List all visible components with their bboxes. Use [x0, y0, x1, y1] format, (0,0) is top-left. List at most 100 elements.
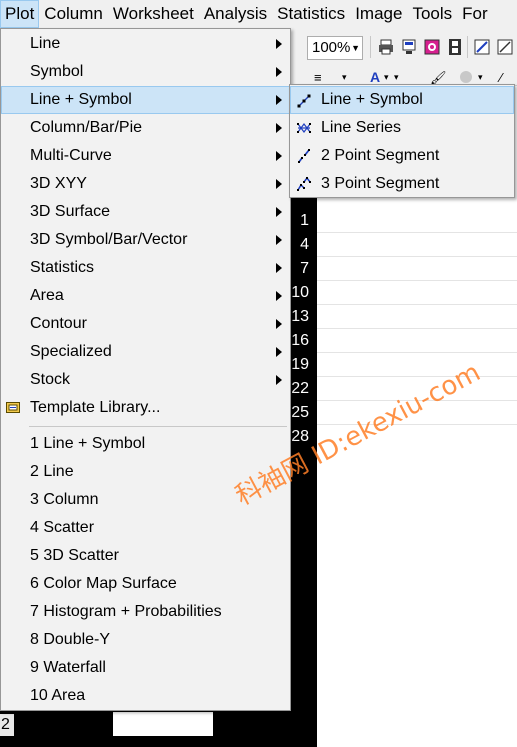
two-point-segment-icon — [298, 149, 310, 163]
menu-item-3d-xyy[interactable]: 3D XYY — [2, 170, 289, 198]
submenu-item-label: 3 Point Segment — [321, 175, 440, 192]
menu-item-label: Stock — [30, 371, 71, 388]
toolbar-separator — [370, 36, 371, 58]
print-preview-icon[interactable] — [400, 38, 418, 56]
menu-item-label: 3D XYY — [30, 175, 87, 192]
menu-plot[interactable]: Plot — [0, 0, 40, 28]
chevron-right-icon — [276, 347, 282, 357]
row-number[interactable]: 7 — [290, 257, 317, 281]
chevron-right-icon — [276, 123, 282, 133]
recent-plot-item[interactable]: 7 Histogram + Probabilities — [2, 598, 289, 626]
line-symbol-submenu: Line + Symbol Line Series 2 Point Segmen… — [289, 84, 515, 198]
submenu-item-2-point-segment[interactable]: 2 Point Segment — [291, 142, 513, 170]
grid-line — [317, 304, 517, 305]
format-toolbar-icons: ≡ ▾ A ▾ ▾ 🖌 ▾ ∕ — [314, 69, 504, 85]
three-point-segment-icon — [297, 176, 311, 191]
grid-line — [317, 280, 517, 281]
chevron-right-icon — [276, 263, 282, 273]
row-number[interactable]: 4 — [290, 233, 317, 257]
chevron-right-icon — [276, 375, 282, 385]
grid-line — [317, 232, 517, 233]
menu-item-column-bar-pie[interactable]: Column/Bar/Pie — [2, 114, 289, 142]
menu-format[interactable]: For — [457, 0, 493, 28]
menu-item-label: Specialized — [30, 343, 112, 360]
film-icon[interactable] — [446, 38, 464, 56]
menu-item-contour[interactable]: Contour — [2, 310, 289, 338]
menu-item-line[interactable]: Line — [2, 30, 289, 58]
menu-item-symbol[interactable]: Symbol — [2, 58, 289, 86]
menu-item-label: 3D Surface — [30, 203, 111, 220]
recent-plot-item[interactable]: 5 3D Scatter — [2, 542, 289, 570]
template-library-icon — [6, 402, 20, 413]
menu-item-label: Multi-Curve — [30, 147, 112, 164]
svg-text:▾: ▾ — [384, 72, 389, 82]
menu-item-specialized[interactable]: Specialized — [2, 338, 289, 366]
menu-item-statistics[interactable]: Statistics — [2, 254, 289, 282]
chevron-right-icon — [276, 207, 282, 217]
menu-column[interactable]: Column — [39, 0, 108, 28]
svg-text:∕: ∕ — [497, 70, 504, 85]
format-toolbar: ≡ ▾ A ▾ ▾ 🖌 ▾ ∕ — [290, 66, 517, 86]
menu-image[interactable]: Image — [350, 0, 407, 28]
menu-item-3d-surface[interactable]: 3D Surface — [2, 198, 289, 226]
grid-line — [317, 328, 517, 329]
menu-item-label: Template Library... — [30, 399, 161, 416]
row-number[interactable]: 1 — [290, 209, 317, 233]
menu-tools[interactable]: Tools — [407, 0, 457, 28]
menu-item-label: Column/Bar/Pie — [30, 119, 143, 136]
row-number[interactable]: 10 — [290, 281, 317, 305]
recent-plot-item[interactable]: 10 Area — [2, 682, 289, 710]
window-icon[interactable] — [496, 38, 514, 56]
menu-separator — [29, 426, 287, 427]
svg-text:A: A — [370, 69, 380, 85]
grid-line — [317, 376, 517, 377]
row-number[interactable]: 13 — [290, 305, 317, 329]
recent-plot-item[interactable]: 8 Double-Y — [2, 626, 289, 654]
svg-text:▾: ▾ — [478, 72, 483, 82]
submenu-item-line-series[interactable]: Line Series — [291, 114, 513, 142]
row-number[interactable]: 2 — [0, 714, 14, 736]
menu-item-template-library[interactable]: Template Library... — [2, 394, 289, 422]
row-number[interactable]: 22 — [290, 377, 317, 401]
chevron-right-icon — [276, 39, 282, 49]
menu-item-area[interactable]: Area — [2, 282, 289, 310]
menu-item-line-symbol[interactable]: Line + Symbol — [1, 86, 290, 114]
menu-item-label: Line + Symbol — [30, 91, 132, 108]
menu-item-label: Contour — [30, 315, 87, 332]
submenu-item-label: 2 Point Segment — [321, 147, 440, 164]
menu-item-label: Line — [30, 35, 61, 52]
plot-menu: Line Symbol Line + Symbol Column/Bar/Pie… — [0, 28, 291, 711]
row-number[interactable]: 19 — [290, 353, 317, 377]
line-series-icon — [297, 123, 311, 133]
row-number[interactable]: 16 — [290, 329, 317, 353]
chevron-right-icon — [276, 151, 282, 161]
menu-analysis[interactable]: Analysis — [199, 0, 272, 28]
edit-icon[interactable] — [473, 38, 491, 56]
recent-plot-item[interactable]: 6 Color Map Surface — [2, 570, 289, 598]
toolbar-separator — [467, 36, 468, 58]
menu-item-multi-curve[interactable]: Multi-Curve — [2, 142, 289, 170]
menu-item-stock[interactable]: Stock — [2, 366, 289, 394]
chevron-right-icon — [276, 67, 282, 77]
chevron-down-icon: ▼ — [351, 43, 360, 53]
print-icon[interactable] — [377, 38, 395, 56]
submenu-item-3-point-segment[interactable]: 3 Point Segment — [291, 170, 513, 198]
zoom-value: 100% — [312, 39, 351, 56]
submenu-item-line-symbol[interactable]: Line + Symbol — [290, 86, 514, 114]
submenu-item-label: Line Series — [321, 119, 402, 136]
menubar: Plot Column Worksheet Analysis Statistic… — [0, 0, 517, 28]
submenu-item-label: Line + Symbol — [321, 91, 423, 108]
recent-plot-item[interactable]: 9 Waterfall — [2, 654, 289, 682]
chevron-right-icon — [276, 95, 282, 105]
export-icon[interactable] — [423, 38, 441, 56]
menu-item-label: Area — [30, 287, 64, 304]
menu-worksheet[interactable]: Worksheet — [108, 0, 199, 28]
chevron-right-icon — [276, 235, 282, 245]
worksheet-cell[interactable] — [113, 712, 213, 736]
menu-item-3d-symbol-bar-vector[interactable]: 3D Symbol/Bar/Vector — [2, 226, 289, 254]
row-number[interactable]: 25 — [290, 401, 317, 425]
zoom-select[interactable]: 100% ▼ — [307, 36, 363, 60]
menu-statistics[interactable]: Statistics — [272, 0, 350, 28]
recent-plot-item[interactable]: 1 Line + Symbol — [2, 430, 289, 458]
recent-plot-item[interactable]: 4 Scatter — [2, 514, 289, 542]
